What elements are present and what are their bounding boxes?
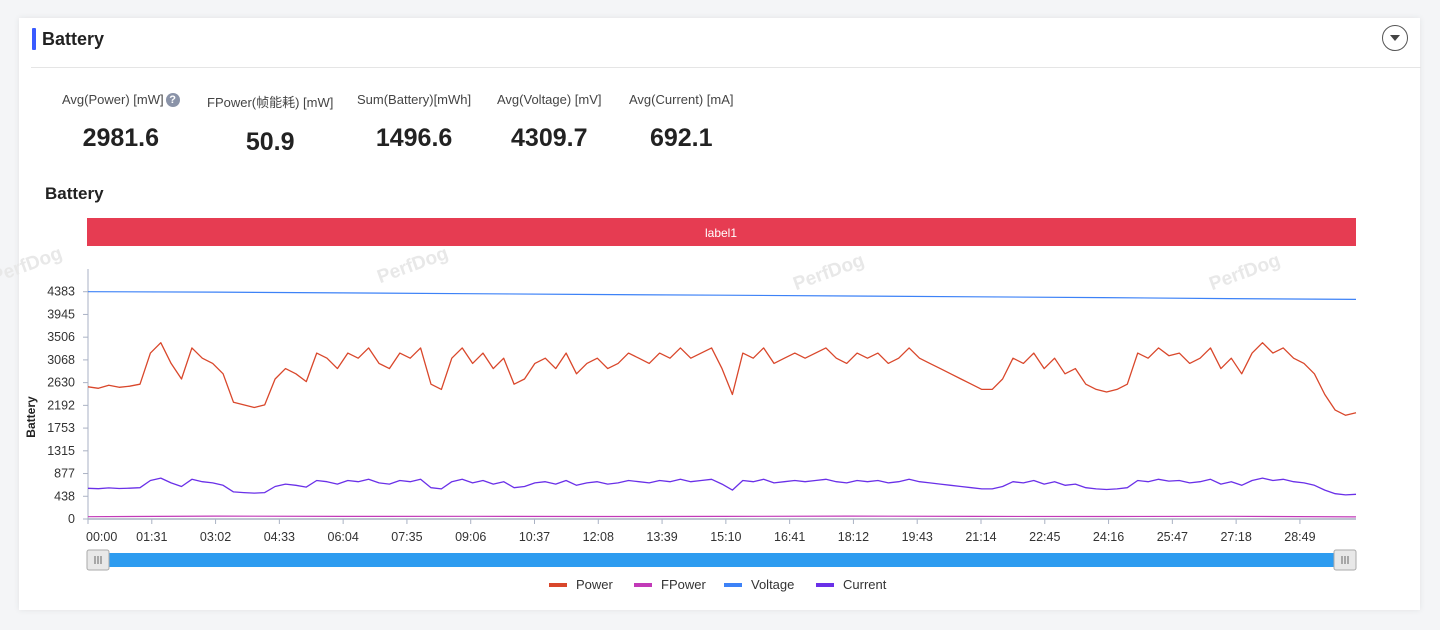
x-tick-label: 28:49 — [1284, 530, 1315, 544]
y-tick-label: 4383 — [47, 285, 75, 299]
y-tick-label: 2192 — [47, 398, 75, 412]
x-tick-label: 03:02 — [200, 530, 231, 544]
x-tick-label: 04:33 — [264, 530, 295, 544]
x-tick-label: 18:12 — [838, 530, 869, 544]
legend-swatch-power — [549, 583, 567, 587]
x-tick-label: 01:31 — [136, 530, 167, 544]
y-tick-label: 3945 — [47, 307, 75, 321]
x-tick-label: 00:00 — [86, 530, 117, 544]
x-tick-label: 24:16 — [1093, 530, 1124, 544]
y-tick-label: 1753 — [47, 421, 75, 435]
series-line-voltage — [87, 291, 1357, 300]
y-tick-label: 3068 — [47, 353, 75, 367]
series-line-power — [87, 342, 1357, 416]
x-tick-label: 07:35 — [391, 530, 422, 544]
legend-swatch-current — [816, 583, 834, 587]
legend-swatch-voltage — [724, 583, 742, 587]
y-tick-label: 3506 — [47, 330, 75, 344]
x-tick-label: 22:45 — [1029, 530, 1060, 544]
series-line-current — [87, 477, 1357, 496]
y-tick-label: 2630 — [47, 376, 75, 390]
x-tick-label: 27:18 — [1220, 530, 1251, 544]
x-tick-label: 12:08 — [583, 530, 614, 544]
y-tick-label: 0 — [68, 512, 75, 526]
x-tick-label: 13:39 — [646, 530, 677, 544]
y-axis-label: Battery — [24, 396, 38, 438]
x-tick-label: 25:47 — [1157, 530, 1188, 544]
y-tick-label: 877 — [54, 467, 75, 481]
x-tick-label: 09:06 — [455, 530, 486, 544]
legend-swatch-fpower — [634, 583, 652, 587]
x-tick-label: 06:04 — [328, 530, 359, 544]
annotation-label: label1 — [705, 226, 737, 240]
x-tick-label: 10:37 — [519, 530, 550, 544]
legend-item-power[interactable]: Power — [576, 577, 614, 592]
x-tick-label: 15:10 — [710, 530, 741, 544]
legend-item-voltage[interactable]: Voltage — [751, 577, 794, 592]
zoom-slider-range — [100, 553, 1344, 567]
x-tick-label: 19:43 — [902, 530, 933, 544]
y-tick-label: 438 — [54, 489, 75, 503]
battery-chart: label1 0 438 877 1315 1753 2192 2630 3068 3506 394… — [24, 218, 1357, 592]
legend-item-current[interactable]: Current — [843, 577, 887, 592]
x-tick-label: 21:14 — [965, 530, 996, 544]
legend-item-fpower[interactable]: FPower — [661, 577, 706, 592]
series-line-fpower — [87, 515, 1357, 518]
y-tick-label: 1315 — [47, 444, 75, 458]
x-tick-label: 16:41 — [774, 530, 805, 544]
